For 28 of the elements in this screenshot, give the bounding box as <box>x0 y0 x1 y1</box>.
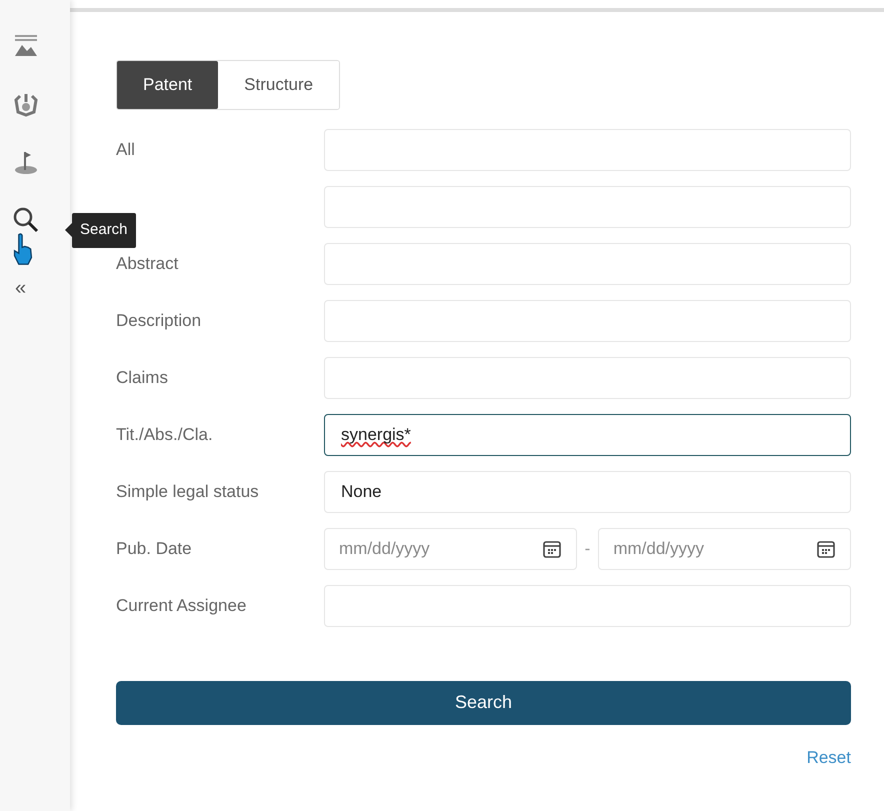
input-field[interactable] <box>324 186 851 228</box>
date-separator: - <box>584 538 590 560</box>
input-field[interactable] <box>324 243 851 285</box>
field-label: Current Assignee <box>116 596 246 616</box>
input-field[interactable] <box>324 357 851 399</box>
input-field[interactable] <box>324 300 851 342</box>
field-label: Abstract <box>116 254 178 274</box>
tab[interactable]: Patent <box>117 61 218 108</box>
field-label: Description <box>116 311 202 330</box>
calendar-icon[interactable] <box>816 539 836 559</box>
search-button[interactable]: Search <box>116 680 851 724</box>
input-field[interactable] <box>324 129 851 171</box>
tooltip: Search <box>72 213 136 248</box>
select-field[interactable]: None <box>324 471 851 513</box>
hand-cursor-icon <box>12 232 34 266</box>
input-field[interactable] <box>324 585 851 627</box>
input-field[interactable]: synergis* <box>324 414 851 456</box>
date-field[interactable]: mm/dd/yyyy <box>324 528 577 570</box>
field-label: Pub. Date <box>116 539 192 558</box>
field-label: Simple legal status <box>116 482 259 502</box>
field-label: Tit./Abs./Cla. <box>116 425 213 444</box>
search-icon[interactable] <box>12 206 40 234</box>
reset-link[interactable]: Reset <box>806 744 851 770</box>
date-field[interactable]: mm/dd/yyyy <box>598 528 852 570</box>
calendar-icon[interactable] <box>542 539 562 559</box>
field-label: Claims <box>116 368 168 388</box>
collapse-icon[interactable]: « <box>15 278 26 298</box>
field-label: All <box>116 140 135 160</box>
